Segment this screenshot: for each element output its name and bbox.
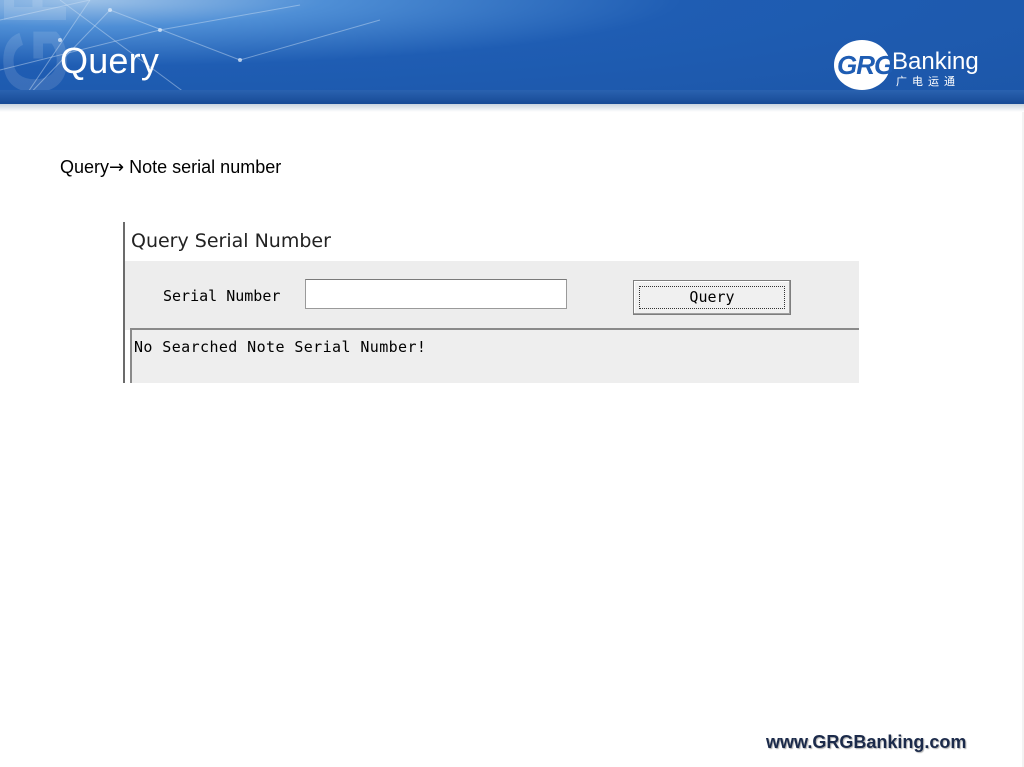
- slide-header: GR Query GRG Banking 广电运通: [0, 0, 1024, 104]
- header-shade: [0, 90, 1024, 104]
- grg-banking-logo: GRG Banking 广电运通: [834, 40, 984, 92]
- arrow-right-icon: →: [109, 157, 125, 178]
- dialog-title: Query Serial Number: [131, 230, 331, 252]
- breadcrumb-to: Note serial number: [129, 157, 282, 177]
- query-form: Serial Number Query: [125, 261, 859, 330]
- header-divider: [0, 104, 1024, 112]
- query-serial-dialog: Query Serial Number Serial Number Query …: [123, 222, 859, 383]
- page-title: Query: [60, 40, 160, 81]
- logo-subtitle: 广电运通: [896, 75, 960, 88]
- logo-name: Banking: [892, 48, 979, 75]
- result-box[interactable]: No Searched Note Serial Number!: [130, 328, 859, 383]
- logo-brand: GRG: [837, 50, 894, 80]
- query-button[interactable]: Query: [633, 280, 791, 315]
- breadcrumb: Query→ Note serial number: [60, 157, 281, 178]
- breadcrumb-from: Query: [60, 157, 110, 177]
- query-button-label: Query: [689, 288, 735, 306]
- serial-number-label: Serial Number: [163, 287, 281, 305]
- serial-number-input[interactable]: [305, 279, 567, 309]
- result-message: No Searched Note Serial Number!: [134, 338, 427, 356]
- footer-url: www.GRGBanking.com: [766, 732, 967, 752]
